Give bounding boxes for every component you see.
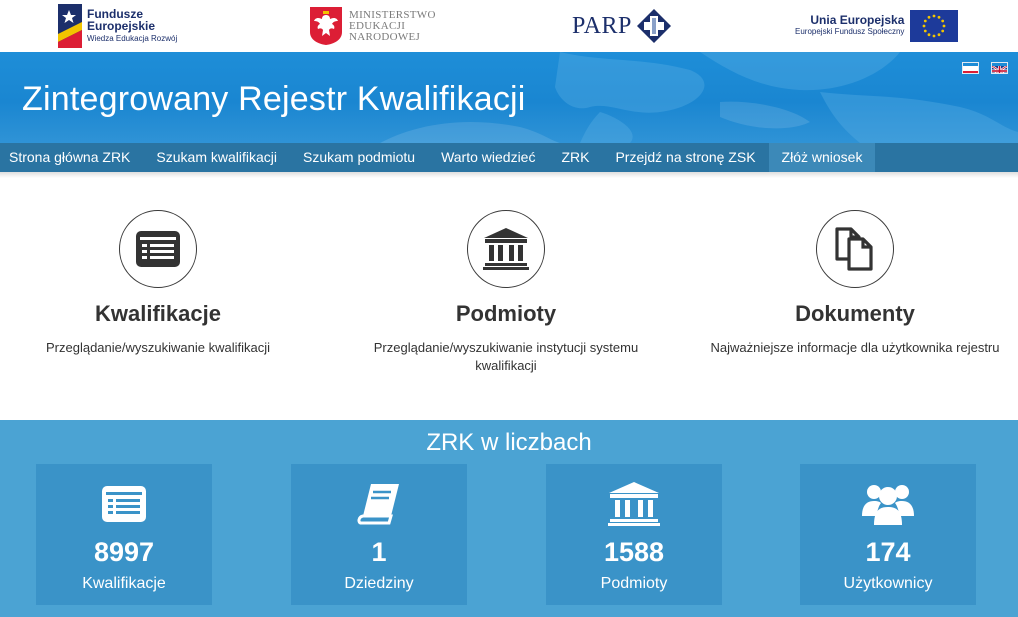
nav-item-szukam-kwalifikacji[interactable]: Szukam kwalifikacji	[143, 143, 290, 172]
parp-logo-text: PARP	[572, 12, 632, 39]
stat-dziedziny-label: Dziedziny	[344, 575, 414, 592]
stat-kwalifikacje-label: Kwalifikacje	[82, 575, 166, 592]
feature-dokumenty[interactable]: Dokumenty Najważniejsze informacje dla u…	[695, 210, 1015, 357]
feature-podmioty-desc: Przeglądanie/wyszukiwanie instytucji sys…	[373, 340, 639, 373]
men-logo-line2: EDUKACJI	[349, 19, 406, 32]
nav-item-strona-glowna[interactable]: Strona główna ZRK	[0, 143, 143, 172]
stat-uzytkownicy-label: Użytkownicy	[843, 575, 933, 592]
feature-dokumenty-circle[interactable]	[816, 210, 894, 288]
users-icon	[862, 485, 914, 525]
feature-kwalifikacje[interactable]: Kwalifikacje Przeglądanie/wyszukiwanie k…	[0, 210, 318, 357]
stats-title: ZRK w liczbach	[426, 429, 592, 456]
men-logo-line3: NARODOWEJ	[349, 30, 421, 43]
list-card-icon	[102, 486, 146, 522]
men-logo: MINISTERSTWO EDUKACJI NARODOWEJ	[309, 0, 436, 52]
institution-icon	[608, 482, 660, 526]
stat-uzytkownicy[interactable]: 174 Użytkownicy	[800, 464, 976, 605]
fe-star-flag-icon	[58, 4, 82, 48]
stat-kwalifikacje-value: 8997	[93, 537, 155, 567]
ue-logo-line1: Unia Europejska	[810, 13, 905, 27]
eu-flag-icon	[910, 10, 959, 42]
nav-item-zrk[interactable]: ZRK	[548, 143, 602, 172]
unia-europejska-logo: Unia Europejska Europejski Fundusz Społe…	[795, 0, 959, 52]
stat-dziedziny[interactable]: 1 Dziedziny	[291, 464, 467, 605]
list-card-icon	[136, 231, 180, 267]
men-logo-line1: MINISTERSTWO	[349, 8, 436, 21]
stat-kwalifikacje[interactable]: 8997 Kwalifikacje	[36, 464, 212, 605]
book-icon	[357, 484, 399, 525]
language-en[interactable]	[991, 62, 1008, 74]
institution-icon	[483, 228, 529, 270]
stat-dziedziny-value: 1	[371, 537, 387, 567]
stats-section: ZRK w liczbach 8997 Kwalifikacje 1 Dzied…	[0, 420, 1018, 617]
ue-logo-line2: Europejski Fundusz Społeczny	[795, 27, 905, 36]
stat-uzytkownicy-value: 174	[865, 537, 911, 567]
language-pl[interactable]	[962, 62, 979, 74]
parp-diamond-icon	[636, 9, 671, 43]
language-switcher	[962, 62, 1008, 74]
fe-logo-line2: Europejskie	[87, 18, 156, 33]
stat-podmioty[interactable]: 1588 Podmioty	[546, 464, 722, 605]
feature-kwalifikacje-circle[interactable]	[119, 210, 197, 288]
main-navigation: Strona główna ZRK Szukam kwalifikacji Sz…	[0, 143, 1018, 172]
feature-podmioty-title[interactable]: Podmioty	[346, 301, 666, 327]
partner-logos-strip: Fundusze Europejskie Wiedza Edukacja Roz…	[0, 0, 1018, 52]
nav-item-przejdz-zsk[interactable]: Przejdź na stronę ZSK	[602, 143, 768, 172]
feature-podmioty[interactable]: Podmioty Przeglądanie/wyszukiwanie insty…	[346, 210, 666, 375]
nav-shadow	[0, 172, 1018, 178]
feature-kwalifikacje-desc: Przeglądanie/wyszukiwanie kwalifikacji	[46, 340, 270, 355]
feature-podmioty-circle[interactable]	[467, 210, 545, 288]
feature-dokumenty-desc: Najważniejsze informacje dla użytkownika…	[710, 340, 1000, 355]
nav-item-zloz-wniosek[interactable]: Złóż wniosek	[768, 143, 876, 172]
fundusze-europejskie-logo: Fundusze Europejskie Wiedza Edukacja Roz…	[58, 0, 177, 52]
documents-icon	[835, 227, 873, 271]
nav-item-szukam-podmiotu[interactable]: Szukam podmiotu	[290, 143, 428, 172]
site-title: Zintegrowany Rejestr Kwalifikacji	[22, 80, 526, 118]
fe-logo-line3: Wiedza Edukacja Rozwój	[87, 33, 178, 43]
parp-logo: PARP	[572, 0, 672, 52]
feature-kwalifikacje-title[interactable]: Kwalifikacje	[0, 301, 318, 327]
header-banner: Zintegrowany Rejestr Kwalifikacji	[0, 52, 1018, 143]
stat-podmioty-label: Podmioty	[600, 575, 668, 592]
fe-logo-line1: Fundusze	[87, 6, 143, 21]
feature-dokumenty-title[interactable]: Dokumenty	[695, 301, 1015, 327]
uk-flag-icon	[992, 65, 1007, 73]
stat-podmioty-value: 1588	[603, 537, 665, 567]
nav-item-warto-wiedziec[interactable]: Warto wiedzieć	[428, 143, 548, 172]
poland-flag-icon	[963, 66, 978, 73]
polish-eagle-emblem-icon	[310, 7, 342, 45]
